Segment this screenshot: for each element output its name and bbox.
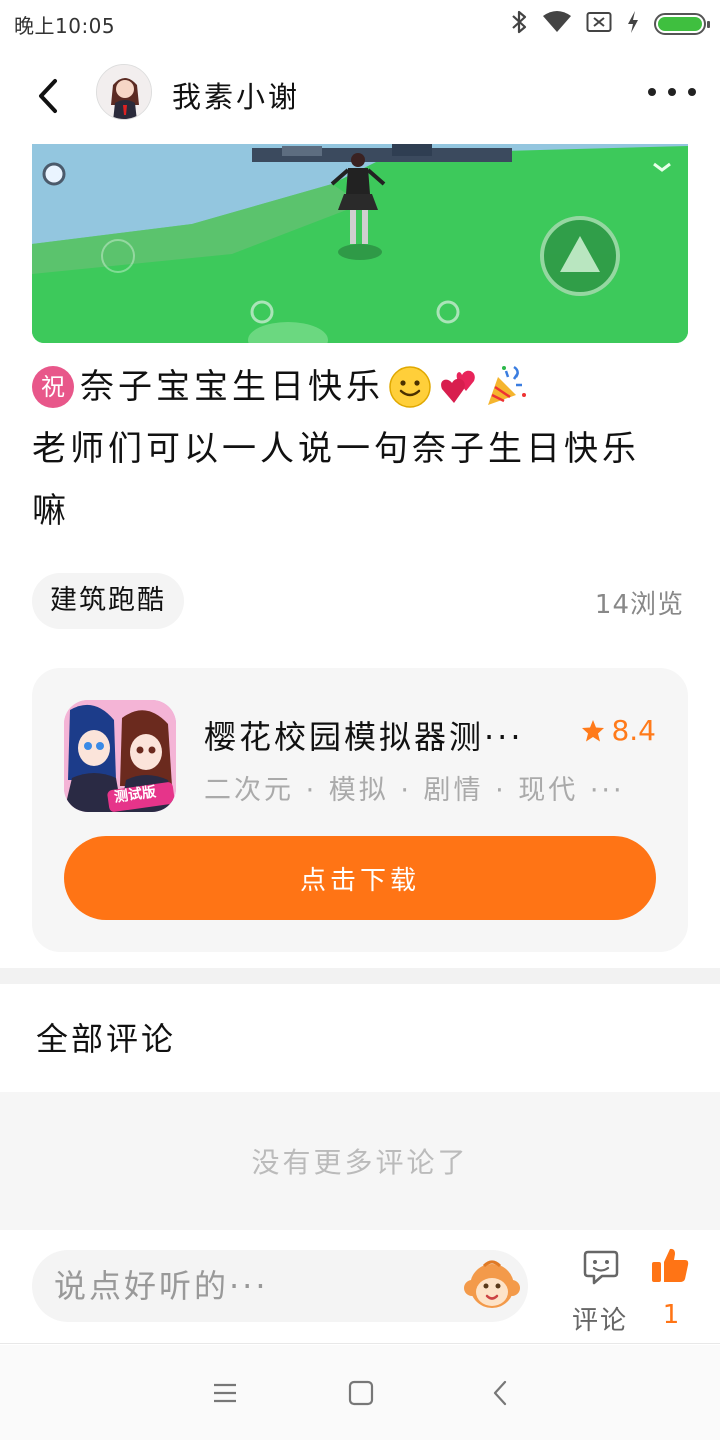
more-dot [648, 88, 656, 96]
star-icon [582, 719, 605, 741]
monkey-emoji-icon [464, 1260, 520, 1308]
chevron-left-icon [39, 79, 57, 113]
more-dot [668, 88, 676, 96]
back-triangle-icon [493, 1380, 507, 1406]
charging-icon [626, 10, 640, 38]
smile-emoji [388, 365, 432, 409]
wifi-icon [542, 10, 572, 38]
author-avatar[interactable] [96, 64, 152, 120]
system-nav-bar [0, 1345, 720, 1440]
comment-bubble-icon [583, 1250, 619, 1285]
status-icons [510, 9, 710, 39]
hearts-emoji [436, 365, 480, 409]
post-line-3: 嘛 [32, 491, 70, 531]
no-more-comments: 没有更多评论了 [0, 1092, 720, 1230]
menu-button[interactable] [205, 1373, 245, 1413]
system-back-button[interactable] [480, 1373, 520, 1413]
home-square-icon [348, 1380, 374, 1406]
home-button[interactable] [341, 1373, 381, 1413]
app-icon[interactable]: 测试版 [64, 700, 176, 812]
comment-input[interactable] [54, 1250, 464, 1322]
like-button[interactable]: 1 [646, 1244, 696, 1334]
back-button[interactable] [28, 74, 68, 118]
bluetooth-icon [510, 9, 528, 39]
app-tags: 二次元 · 模拟 · 剧情 · 现代 ··· [204, 775, 625, 806]
topic-tag[interactable]: 建筑跑酷 [32, 573, 184, 629]
like-count: 1 [662, 1300, 680, 1330]
app-name[interactable]: 樱花校园模拟器测··· [204, 712, 544, 758]
party-popper-emoji [484, 365, 528, 409]
comment-bar: 评论 1 [0, 1230, 720, 1344]
post-line-2: 老师们可以一人说一句奈子生日快乐 [32, 429, 640, 469]
battery-level [658, 17, 702, 31]
thumbs-up-icon [652, 1248, 689, 1282]
comment-label: 评论 [571, 1306, 628, 1336]
app-rating-value: 8.4 [611, 714, 656, 747]
author-name[interactable]: 我素小谢 [172, 74, 300, 116]
app-rating: 8.4 [581, 714, 656, 747]
comment-input-wrapper[interactable] [32, 1250, 528, 1322]
post-header: 我素小谢 [0, 48, 720, 144]
post-line-1-text: 奈子宝宝生日快乐 [80, 367, 384, 407]
more-button[interactable] [648, 76, 696, 108]
celebrate-badge: 祝 [32, 366, 74, 408]
post-content: 祝 奈子宝宝生日快乐 老师们可以一人说一句奈子生日快乐 嘛 [32, 356, 692, 542]
sim-off-icon [586, 10, 612, 38]
app-card[interactable]: 测试版 樱花校园模拟器测··· 8.4 二次元 · 模拟 · 剧情 · 现代 ·… [32, 668, 688, 952]
view-count: 14浏览 [594, 590, 684, 620]
menu-icon [214, 1383, 236, 1403]
download-button[interactable]: 点击下载 [64, 836, 656, 920]
comment-button[interactable]: 评论 [566, 1244, 634, 1336]
post-line-1: 祝 奈子宝宝生日快乐 [32, 356, 692, 418]
comments-title: 全部评论 [36, 1020, 177, 1058]
emoji-button[interactable] [462, 1256, 522, 1316]
battery-icon [654, 13, 710, 35]
more-dot [688, 88, 696, 96]
section-divider [0, 968, 720, 984]
status-time: 晚上10:05 [14, 14, 116, 38]
status-bar: 晚上10:05 [0, 0, 720, 48]
post-image[interactable] [32, 144, 688, 343]
